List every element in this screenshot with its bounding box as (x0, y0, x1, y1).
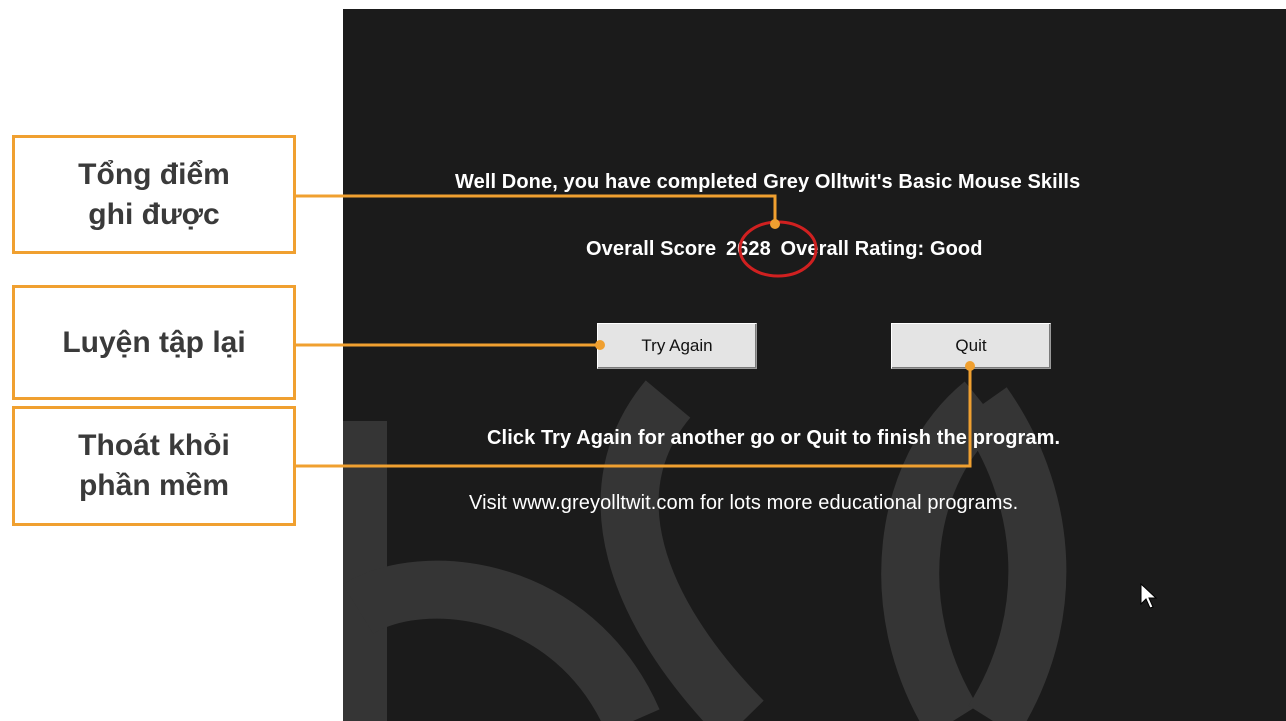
score-line: Overall Score 2628 Overall Rating: Good (586, 238, 983, 261)
visit-text: Visit www.greyolltwit.com for lots more … (469, 492, 1019, 514)
callout-exit-line2: phần mềm (78, 469, 230, 502)
game-window: Well Done, you have completed Grey Olltw… (343, 9, 1286, 721)
callout-total-score-line2: ghi được (88, 197, 220, 231)
callout-retry-text: Luyện tập lại (62, 325, 246, 359)
callout-exit-line1: Thoát khỏi (78, 429, 230, 462)
leaf-watermark-icon (343, 380, 1067, 721)
try-again-button[interactable]: Try Again (597, 323, 757, 369)
callout-total-score: Tổng điểm ghi được (12, 135, 296, 254)
mouse-cursor-icon (1140, 583, 1158, 609)
callout-total-score-line1: Tổng điểm (78, 157, 230, 191)
callout-exit: Thoát khỏi phần mềm (12, 406, 296, 526)
score-value: 2628 (725, 238, 771, 260)
callout-retry: Luyện tập lại (12, 285, 296, 400)
rating-value: Good (929, 238, 983, 260)
rating-label: Overall Rating: (780, 238, 925, 260)
instruction-text: Click Try Again for another go or Quit t… (487, 427, 1061, 449)
completion-message: Well Done, you have completed Grey Olltw… (455, 171, 1081, 193)
score-label: Overall Score (586, 238, 717, 260)
quit-button[interactable]: Quit (891, 323, 1051, 369)
